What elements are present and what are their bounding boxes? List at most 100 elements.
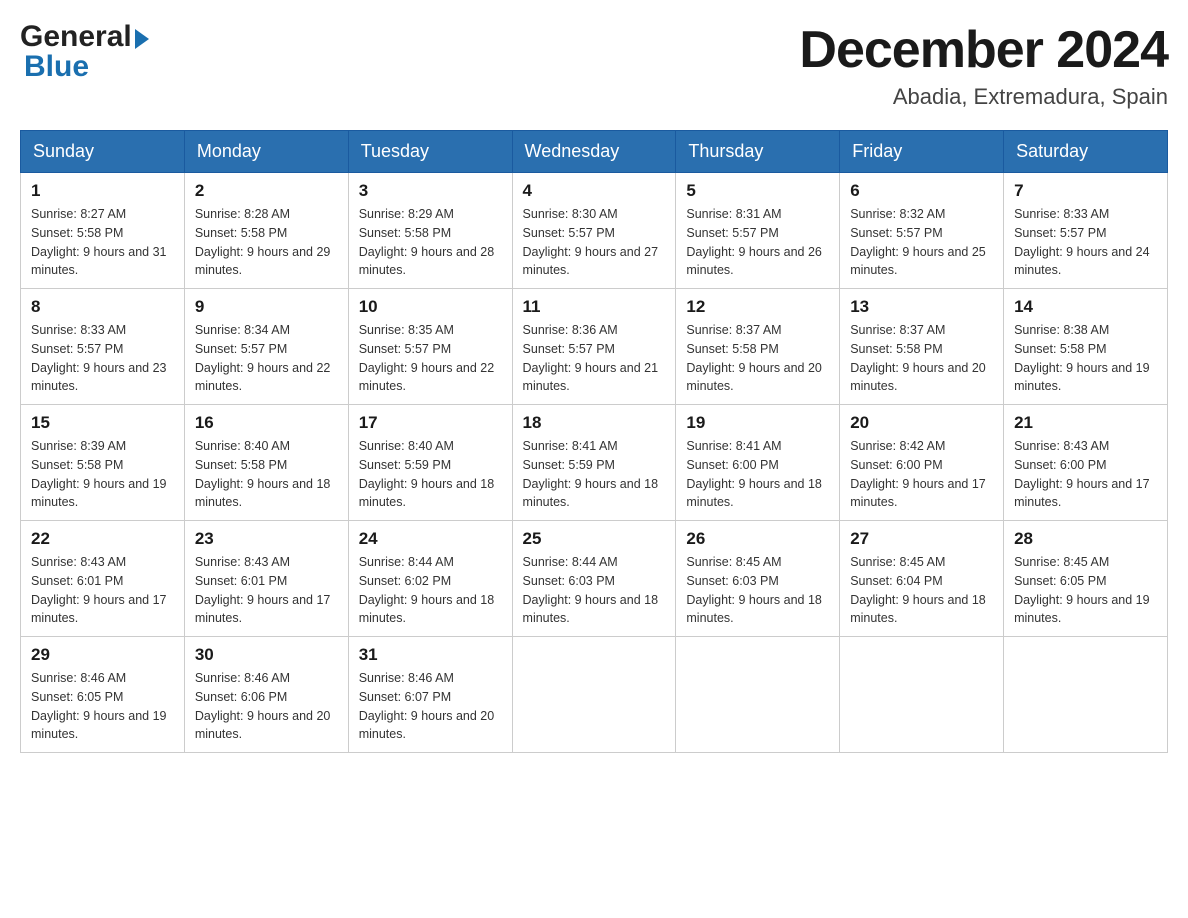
day-cell [840,637,1004,753]
day-number: 5 [686,181,829,201]
calendar-header-row: SundayMondayTuesdayWednesdayThursdayFrid… [21,131,1168,173]
day-info: Sunrise: 8:41 AMSunset: 6:00 PMDaylight:… [686,437,829,512]
day-number: 31 [359,645,502,665]
day-info: Sunrise: 8:30 AMSunset: 5:57 PMDaylight:… [523,205,666,280]
day-number: 18 [523,413,666,433]
day-cell [1004,637,1168,753]
calendar-table: SundayMondayTuesdayWednesdayThursdayFrid… [20,130,1168,753]
day-number: 19 [686,413,829,433]
day-info: Sunrise: 8:37 AMSunset: 5:58 PMDaylight:… [850,321,993,396]
day-cell: 19 Sunrise: 8:41 AMSunset: 6:00 PMDayligh… [676,405,840,521]
day-info: Sunrise: 8:46 AMSunset: 6:06 PMDaylight:… [195,669,338,744]
day-cell: 12Sunrise: 8:37 AMSunset: 5:58 PMDayligh… [676,289,840,405]
day-info: Sunrise: 8:43 AMSunset: 6:01 PMDaylight:… [31,553,174,628]
day-cell: 14 Sunrise: 8:38 AMSunset: 5:58 PMDayligh… [1004,289,1168,405]
day-cell: 9Sunrise: 8:34 AMSunset: 5:57 PMDaylight… [184,289,348,405]
day-info: Sunrise: 8:45 AMSunset: 6:05 PMDaylight:… [1014,553,1157,628]
day-info: Sunrise: 8:46 AMSunset: 6:05 PMDaylight:… [31,669,174,744]
day-number: 4 [523,181,666,201]
day-cell: 20Sunrise: 8:42 AMSunset: 6:00 PMDayligh… [840,405,1004,521]
column-header-saturday: Saturday [1004,131,1168,173]
day-number: 10 [359,297,502,317]
day-cell: 30 Sunrise: 8:46 AMSunset: 6:06 PMDayligh… [184,637,348,753]
day-info: Sunrise: 8:40 AMSunset: 5:59 PMDaylight:… [359,437,502,512]
day-number: 27 [850,529,993,549]
day-cell: 8Sunrise: 8:33 AMSunset: 5:57 PMDaylight… [21,289,185,405]
day-cell: 4 Sunrise: 8:30 AMSunset: 5:57 PMDaylight… [512,173,676,289]
day-cell: 13 Sunrise: 8:37 AMSunset: 5:58 PMDayligh… [840,289,1004,405]
day-info: Sunrise: 8:28 AMSunset: 5:58 PMDaylight:… [195,205,338,280]
day-number: 9 [195,297,338,317]
day-number: 28 [1014,529,1157,549]
day-info: Sunrise: 8:44 AMSunset: 6:02 PMDaylight:… [359,553,502,628]
day-number: 29 [31,645,174,665]
day-cell: 3 Sunrise: 8:29 AMSunset: 5:58 PMDaylight… [348,173,512,289]
day-cell: 22Sunrise: 8:43 AMSunset: 6:01 PMDayligh… [21,521,185,637]
day-cell [676,637,840,753]
day-cell: 16 Sunrise: 8:40 AMSunset: 5:58 PMDayligh… [184,405,348,521]
day-number: 1 [31,181,174,201]
day-number: 25 [523,529,666,549]
day-cell: 21 Sunrise: 8:43 AMSunset: 6:00 PMDayligh… [1004,405,1168,521]
day-number: 30 [195,645,338,665]
day-cell: 11Sunrise: 8:36 AMSunset: 5:57 PMDayligh… [512,289,676,405]
day-number: 15 [31,413,174,433]
day-cell: 24Sunrise: 8:44 AMSunset: 6:02 PMDayligh… [348,521,512,637]
day-info: Sunrise: 8:43 AMSunset: 6:00 PMDaylight:… [1014,437,1157,512]
page-header: General Blue December 2024 Abadia, Extre… [20,20,1168,110]
day-cell: 27 Sunrise: 8:45 AMSunset: 6:04 PMDayligh… [840,521,1004,637]
day-number: 13 [850,297,993,317]
day-info: Sunrise: 8:31 AMSunset: 5:57 PMDaylight:… [686,205,829,280]
column-header-sunday: Sunday [21,131,185,173]
day-info: Sunrise: 8:29 AMSunset: 5:58 PMDaylight:… [359,205,502,280]
day-number: 21 [1014,413,1157,433]
logo-arrow-icon [135,29,149,49]
logo-blue-text: Blue [20,50,89,84]
day-cell: 26 Sunrise: 8:45 AMSunset: 6:03 PMDayligh… [676,521,840,637]
day-cell: 2Sunrise: 8:28 AMSunset: 5:58 PMDaylight… [184,173,348,289]
column-header-friday: Friday [840,131,1004,173]
day-info: Sunrise: 8:27 AMSunset: 5:58 PMDaylight:… [31,205,174,280]
day-info: Sunrise: 8:45 AMSunset: 6:03 PMDaylight:… [686,553,829,628]
day-cell: 31Sunrise: 8:46 AMSunset: 6:07 PMDayligh… [348,637,512,753]
week-row-1: 1 Sunrise: 8:27 AMSunset: 5:58 PMDaylight… [21,173,1168,289]
day-number: 20 [850,413,993,433]
column-header-thursday: Thursday [676,131,840,173]
day-cell: 1 Sunrise: 8:27 AMSunset: 5:58 PMDaylight… [21,173,185,289]
column-header-monday: Monday [184,131,348,173]
day-cell: 29 Sunrise: 8:46 AMSunset: 6:05 PMDayligh… [21,637,185,753]
day-number: 17 [359,413,502,433]
day-number: 12 [686,297,829,317]
logo: General Blue [20,20,149,84]
day-number: 8 [31,297,174,317]
day-cell: 23 Sunrise: 8:43 AMSunset: 6:01 PMDayligh… [184,521,348,637]
day-number: 14 [1014,297,1157,317]
day-number: 3 [359,181,502,201]
day-cell: 6Sunrise: 8:32 AMSunset: 5:57 PMDaylight… [840,173,1004,289]
day-number: 16 [195,413,338,433]
day-info: Sunrise: 8:32 AMSunset: 5:57 PMDaylight:… [850,205,993,280]
day-info: Sunrise: 8:33 AMSunset: 5:57 PMDaylight:… [1014,205,1157,280]
day-number: 26 [686,529,829,549]
day-number: 23 [195,529,338,549]
day-cell: 5 Sunrise: 8:31 AMSunset: 5:57 PMDaylight… [676,173,840,289]
day-cell: 17 Sunrise: 8:40 AMSunset: 5:59 PMDayligh… [348,405,512,521]
column-header-wednesday: Wednesday [512,131,676,173]
day-cell: 15 Sunrise: 8:39 AMSunset: 5:58 PMDayligh… [21,405,185,521]
day-info: Sunrise: 8:45 AMSunset: 6:04 PMDaylight:… [850,553,993,628]
day-info: Sunrise: 8:44 AMSunset: 6:03 PMDaylight:… [523,553,666,628]
day-number: 7 [1014,181,1157,201]
week-row-3: 15 Sunrise: 8:39 AMSunset: 5:58 PMDayligh… [21,405,1168,521]
day-info: Sunrise: 8:41 AMSunset: 5:59 PMDaylight:… [523,437,666,512]
week-row-5: 29 Sunrise: 8:46 AMSunset: 6:05 PMDayligh… [21,637,1168,753]
location-title: Abadia, Extremadura, Spain [799,84,1168,110]
day-info: Sunrise: 8:39 AMSunset: 5:58 PMDaylight:… [31,437,174,512]
day-info: Sunrise: 8:43 AMSunset: 6:01 PMDaylight:… [195,553,338,628]
day-info: Sunrise: 8:40 AMSunset: 5:58 PMDaylight:… [195,437,338,512]
day-info: Sunrise: 8:38 AMSunset: 5:58 PMDaylight:… [1014,321,1157,396]
logo-general-text: General [20,20,132,54]
column-header-tuesday: Tuesday [348,131,512,173]
day-info: Sunrise: 8:36 AMSunset: 5:57 PMDaylight:… [523,321,666,396]
day-cell: 25 Sunrise: 8:44 AMSunset: 6:03 PMDayligh… [512,521,676,637]
month-title: December 2024 [799,20,1168,80]
